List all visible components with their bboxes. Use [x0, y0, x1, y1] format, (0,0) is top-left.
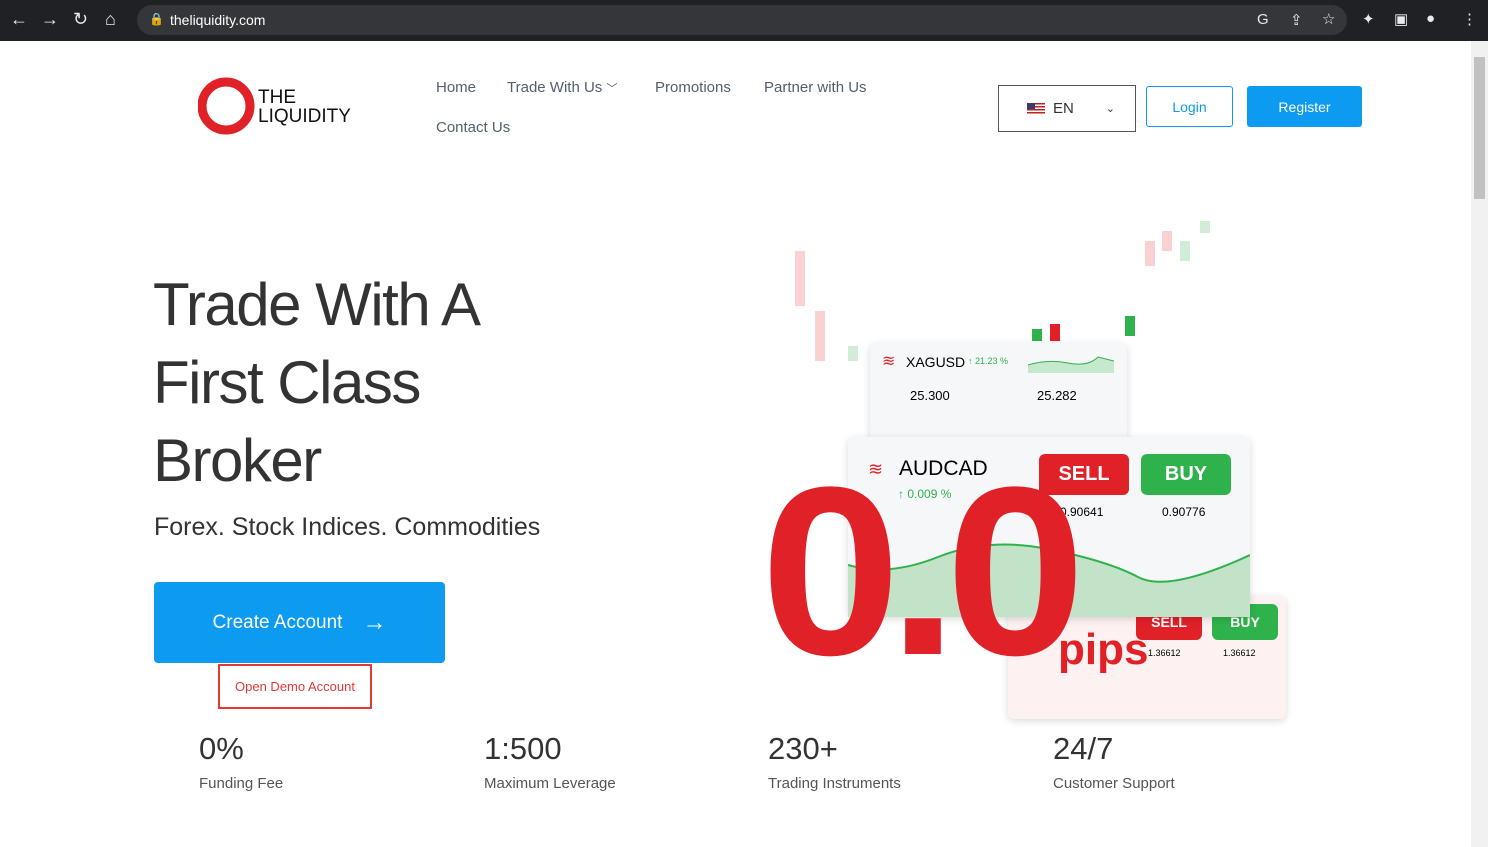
ask: 1.36612	[1223, 648, 1256, 658]
language-value: EN	[1053, 100, 1074, 117]
address-bar[interactable]: 🔒 theliquidity.com G ⇪ ☆	[137, 5, 1347, 35]
nav-partner[interactable]: Partner with Us	[764, 79, 867, 96]
stat-label: Funding Fee	[199, 775, 284, 792]
stat-value: 0%	[199, 731, 244, 766]
xagusd-card: ≋ XAGUSD ↑ 21.23 % 25.300 25.282	[870, 343, 1127, 443]
chevron-down-icon: ﹀	[606, 83, 618, 95]
stat-label: Trading Instruments	[768, 775, 901, 792]
ask: 25.282	[1037, 388, 1077, 403]
zero-pips-number: 0.0	[760, 437, 1086, 705]
hero-line: First Class	[153, 349, 421, 416]
pips-label: pips	[1058, 625, 1149, 674]
back-icon[interactable]: ←	[10, 9, 28, 30]
browser-toolbar: ← → ↻ ⌂ 🔒 theliquidity.com G ⇪ ☆ ✦ ▣ ● ⋮	[0, 0, 1488, 41]
stat-value: 230+	[768, 731, 838, 766]
us-flag-icon	[1027, 103, 1045, 114]
stat-label: Maximum Leverage	[484, 775, 616, 792]
nav-home[interactable]: Home	[436, 79, 476, 96]
stat-funding: 0% Funding Fee	[199, 731, 283, 792]
share-icon[interactable]: ⇪	[1290, 11, 1303, 29]
change-value: 21.23 %	[975, 356, 1009, 366]
stat-leverage: 1:500 Maximum Leverage	[484, 731, 616, 792]
forward-icon[interactable]: →	[41, 9, 59, 30]
symbol: XAGUSD	[906, 354, 966, 370]
change: ↑ 21.23 %	[968, 356, 1009, 366]
chevron-down-icon: ⌄	[1105, 103, 1115, 115]
hero-line: Broker	[153, 427, 322, 494]
register-button[interactable]: Register	[1247, 86, 1362, 127]
stat-value: 24/7	[1053, 731, 1114, 766]
coins-icon: ≋	[882, 353, 896, 370]
url-text: theliquidity.com	[170, 12, 266, 28]
stat-label: Customer Support	[1053, 775, 1175, 792]
google-icon[interactable]: G	[1257, 11, 1269, 28]
stat-value: 1:500	[484, 731, 562, 766]
star-icon[interactable]: ☆	[1322, 10, 1335, 28]
hero-line: Trade With A	[153, 271, 481, 338]
svg-text:THE: THE	[258, 87, 296, 108]
scrollbar-thumb[interactable]	[1474, 57, 1485, 199]
login-button[interactable]: Login	[1146, 86, 1233, 127]
nav-promotions[interactable]: Promotions	[655, 79, 731, 96]
arrow-right-icon: →	[362, 608, 387, 636]
hero-subtitle: Forex. Stock Indices. Commodities	[154, 513, 541, 541]
hero-title: Trade With A First Class Broker	[153, 266, 481, 500]
create-account-button[interactable]: Create Account →	[154, 582, 445, 663]
extensions-icon[interactable]: ✦	[1362, 10, 1375, 28]
nav-trade-with-us[interactable]: Trade With Us ﹀	[507, 79, 617, 96]
svg-text:LIQUIDITY: LIQUIDITY	[258, 106, 351, 127]
sidepanel-icon[interactable]: ▣	[1394, 10, 1408, 28]
reload-icon[interactable]: ↻	[73, 9, 88, 30]
language-select[interactable]: EN ⌄	[998, 85, 1136, 132]
menu-icon[interactable]: ⋮	[1462, 10, 1477, 28]
bid: 25.300	[910, 388, 950, 403]
lock-icon: 🔒	[149, 12, 164, 26]
logo[interactable]: THE LIQUIDITY	[197, 77, 358, 142]
stat-support: 24/7 Customer Support	[1053, 731, 1175, 792]
page: THE LIQUIDITY Home Trade With Us ﹀ Promo…	[0, 41, 1471, 847]
profile-icon[interactable]: ●	[1426, 10, 1435, 27]
bid: 1.36612	[1148, 648, 1181, 658]
home-icon[interactable]: ⌂	[105, 9, 116, 30]
nav-contact[interactable]: Contact Us	[436, 119, 510, 136]
open-demo-account-link[interactable]: Open Demo Account	[218, 664, 372, 709]
cta-label: Create Account	[212, 611, 343, 633]
buy-button: BUY	[1141, 454, 1231, 495]
stat-instruments: 230+ Trading Instruments	[768, 731, 901, 792]
candlestick-background	[795, 221, 1210, 361]
ask: 0.90776	[1162, 505, 1206, 519]
scrollbar[interactable]	[1471, 41, 1488, 847]
nav-label: Trade With Us	[507, 79, 603, 96]
